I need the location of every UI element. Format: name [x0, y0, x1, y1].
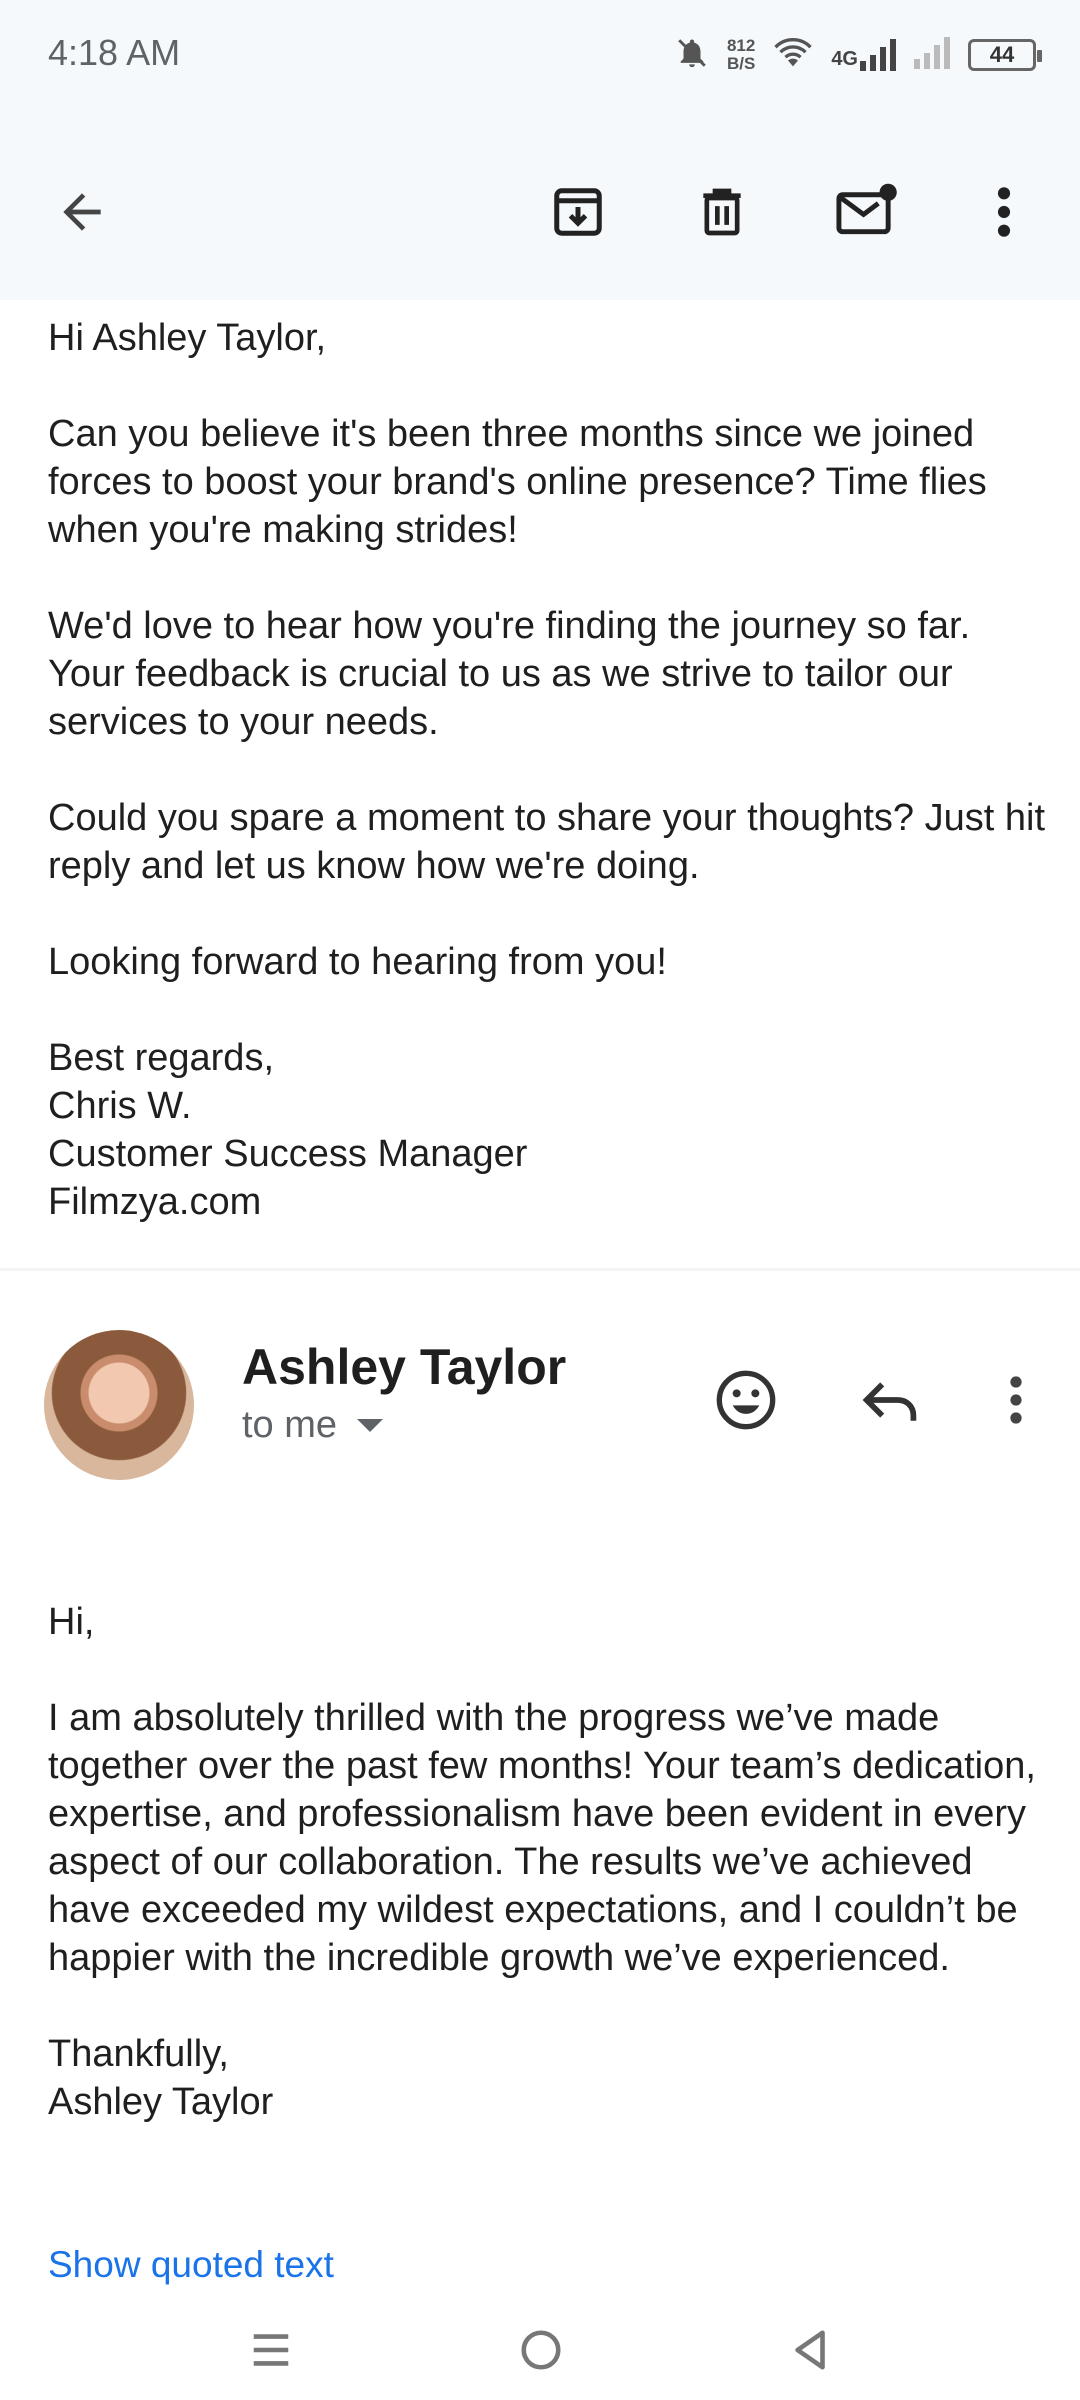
greeting: Hi Ashley Taylor,: [48, 317, 327, 359]
status-time: 4:18 AM: [48, 32, 181, 73]
mark-unread-icon[interactable]: [826, 172, 906, 252]
archive-icon[interactable]: [538, 172, 618, 252]
message-body-2: Hi, I am absolutely thrilled with the pr…: [48, 1598, 1048, 2126]
signature-company: Filmzya.com: [48, 1181, 262, 1223]
reply-icon[interactable]: [850, 1360, 930, 1440]
arrow-back-icon[interactable]: [42, 172, 122, 252]
more-vert-icon[interactable]: [976, 1360, 1056, 1440]
signature-title: Customer Success Manager: [48, 1133, 528, 1175]
status-bar: 4:18 AM 812 B/S 4G 44: [0, 0, 1080, 110]
avatar[interactable]: [44, 1330, 194, 1480]
sign-off: Best regards,: [48, 1037, 274, 1079]
cellular-signal-icon: 4G: [831, 39, 896, 71]
more-vert-icon[interactable]: [964, 172, 1044, 252]
menu-icon[interactable]: [236, 2318, 306, 2382]
message-divider: [0, 1268, 1080, 1271]
net-speed: 812 B/S: [726, 36, 756, 73]
paragraph: We'd love to hear how you're finding the…: [48, 605, 971, 743]
sender-name[interactable]: Ashley Taylor: [242, 1338, 566, 1396]
back-triangle-icon[interactable]: [776, 2318, 846, 2382]
show-quoted-text-link[interactable]: Show quoted text: [48, 2244, 334, 2286]
message-body-1: Hi Ashley Taylor, Can you believe it's b…: [48, 314, 1048, 1226]
greeting: Hi,: [48, 1601, 95, 1643]
bell-off-icon: [675, 36, 709, 75]
cellular-signal-2-icon: [914, 36, 950, 74]
recipient-details-toggle[interactable]: to me: [242, 1404, 384, 1447]
top-app-bar: [0, 110, 1080, 300]
sign-off: Thankfully,: [48, 2033, 229, 2075]
status-icons: 812 B/S 4G 44: [675, 30, 1042, 80]
paragraph: Could you spare a moment to share your t…: [48, 797, 1045, 887]
emoji-icon[interactable]: [706, 1360, 786, 1440]
trash-icon[interactable]: [682, 172, 762, 252]
signature-name: Chris W.: [48, 1085, 192, 1127]
chevron-down-icon: [357, 1419, 384, 1432]
paragraph: Can you believe it's been three months s…: [48, 413, 987, 551]
paragraph: Looking forward to hearing from you!: [48, 941, 667, 983]
system-nav-bar: [0, 2300, 1080, 2400]
signature-name: Ashley Taylor: [48, 2081, 274, 2123]
recipient-label: to me: [242, 1404, 338, 1446]
wifi-icon: [773, 36, 813, 75]
battery-indicator: 44: [968, 39, 1042, 71]
home-icon[interactable]: [506, 2318, 576, 2382]
paragraph: I am absolutely thrilled with the progre…: [48, 1697, 1036, 1979]
